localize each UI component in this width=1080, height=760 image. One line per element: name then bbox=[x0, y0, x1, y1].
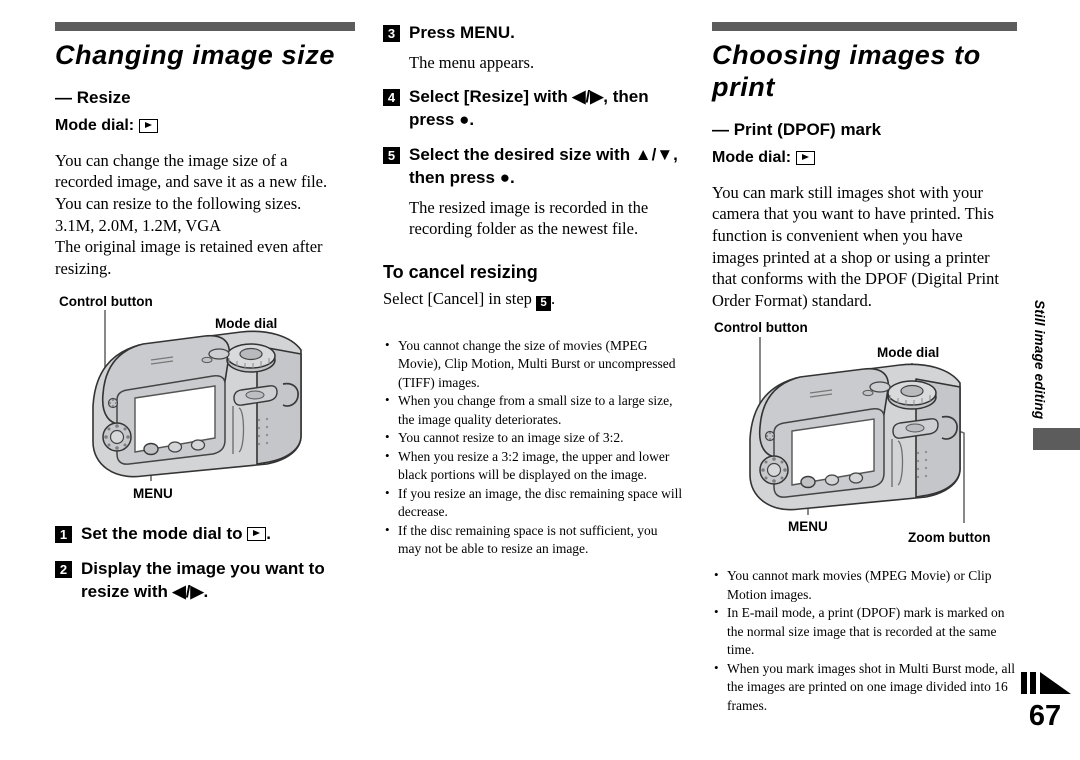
cancel-resizing-text: Select [Cancel] in step 5. bbox=[383, 288, 683, 311]
step-5-note: The resized image is recorded in the rec… bbox=[409, 197, 649, 239]
step-1-number: 1 bbox=[55, 525, 72, 543]
list-item: When you change from a small size to a l… bbox=[383, 391, 683, 429]
fast-forward-icon bbox=[1021, 672, 1071, 694]
step-1-text: Set the mode dial to . bbox=[81, 523, 271, 546]
playback-mode-icon bbox=[139, 118, 159, 133]
mode-dial-label-right: Mode dial: bbox=[712, 148, 792, 166]
label-zoom-button: Zoom button bbox=[908, 530, 991, 546]
cancel-text-before: Select [Cancel] in step bbox=[383, 288, 537, 308]
step-5-number: 5 bbox=[383, 147, 400, 165]
label-menu: MENU bbox=[133, 485, 173, 501]
camera-figure-left: Control button Mode dial MENU bbox=[55, 294, 355, 523]
side-tab-block bbox=[1033, 428, 1080, 450]
intro-line: You can resize to the following sizes. bbox=[55, 194, 302, 214]
camera-figure-right: Control button Mode dial MENU Zoom butto… bbox=[712, 320, 1017, 563]
label-control-button: Control button bbox=[59, 293, 153, 309]
step-2: 2 Display the image you want to resize w… bbox=[55, 558, 355, 603]
sub-heading-dpof: — Print (DPOF) mark bbox=[712, 119, 882, 139]
step-4: 4 Select [Resize] with ◀/▶, then press ●… bbox=[383, 86, 683, 131]
list-item: You cannot change the size of movies (MP… bbox=[383, 336, 683, 392]
manual-page: Changing image size — Resize Mode dial: … bbox=[0, 0, 1080, 760]
step-1-label: Set the mode dial to bbox=[81, 523, 248, 543]
list-item: When you resize a 3:2 image, the upper a… bbox=[383, 447, 683, 485]
playback-mode-icon bbox=[796, 150, 816, 165]
intro-line: resizing. bbox=[55, 258, 112, 278]
step-3-note: The menu appears. bbox=[409, 52, 535, 72]
intro-line: that conforms with the DPOF (Digital Pri… bbox=[712, 269, 999, 289]
list-item: If you resize an image, the disc remaini… bbox=[383, 484, 683, 522]
step-5-text: Select the desired size with ▲/▼, then p… bbox=[409, 145, 678, 188]
camera-rear-drawing bbox=[92, 309, 302, 481]
intro-line: You can change the image size of a bbox=[55, 150, 288, 170]
list-item: You cannot resize to an image size of 3:… bbox=[383, 428, 683, 447]
intro-line: images printed at a shop or using a prin… bbox=[712, 247, 990, 267]
label-menu: MENU bbox=[788, 519, 828, 535]
step-3-text: Press MENU. bbox=[409, 23, 515, 42]
page-number: 67 bbox=[1028, 700, 1062, 732]
dpof-notes-list: You cannot mark movies (MPEG Movie) or C… bbox=[712, 566, 1017, 715]
intro-line: recorded image, and save it as a new fil… bbox=[55, 172, 328, 192]
step-1: 1 Set the mode dial to . bbox=[55, 523, 355, 546]
intro-line: function is convenient when you have bbox=[712, 225, 963, 245]
step-4-text: Select [Resize] with ◀/▶, then press ●. bbox=[409, 87, 649, 129]
side-tab-label: Still image editing bbox=[1032, 300, 1047, 420]
left-column: Changing image size — Resize Mode dial: … bbox=[55, 0, 355, 760]
list-item: You cannot mark movies (MPEG Movie) or C… bbox=[712, 566, 1017, 604]
step-1-tail: . bbox=[266, 523, 271, 543]
step-2-text: Display the image you want to resize wit… bbox=[81, 559, 325, 601]
resize-notes-list: You cannot change the size of movies (MP… bbox=[383, 336, 683, 559]
page-title-left: Changing image size bbox=[55, 40, 335, 70]
cancel-text-after: . bbox=[551, 288, 556, 308]
label-mode-dial: Mode dial bbox=[215, 315, 278, 331]
page-title-right: Choosing images to print bbox=[712, 40, 981, 102]
intro-paragraph-left: You can change the image size of a recor… bbox=[55, 150, 355, 280]
middle-column: 3 Press MENU. The menu appears. 4 Select… bbox=[383, 0, 683, 760]
step-4-number: 4 bbox=[383, 89, 400, 107]
label-mode-dial: Mode dial bbox=[877, 345, 940, 361]
camera-rear-drawing bbox=[749, 337, 965, 524]
cancel-resizing-heading: To cancel resizing bbox=[383, 261, 538, 282]
intro-paragraph-right: You can mark still images shot with your… bbox=[712, 182, 1017, 312]
list-item: In E-mail mode, a print (DPOF) mark is m… bbox=[712, 603, 1017, 659]
step-3-number: 3 bbox=[383, 25, 400, 42]
step-3: 3 Press MENU. bbox=[383, 22, 683, 45]
chapter-rule-left bbox=[55, 22, 355, 31]
list-item: When you mark images shot in Multi Burst… bbox=[712, 659, 1017, 715]
list-item: If the disc remaining space is not suffi… bbox=[383, 521, 683, 559]
cancel-step-badge: 5 bbox=[536, 295, 552, 311]
intro-line: You can mark still images shot with your bbox=[712, 182, 984, 202]
mode-dial-line-left: Mode dial: bbox=[55, 117, 355, 135]
step-5: 5 Select the desired size with ▲/▼, then… bbox=[383, 144, 683, 189]
sub-heading-resize: — Resize bbox=[55, 87, 131, 107]
intro-line: 3.1M, 2.0M, 1.2M, VGA bbox=[55, 215, 222, 235]
mode-dial-label-left: Mode dial: bbox=[55, 116, 135, 134]
step-2-number: 2 bbox=[55, 561, 72, 579]
intro-line: camera that you want to have printed. Th… bbox=[712, 204, 994, 224]
chapter-rule-right bbox=[712, 22, 1017, 31]
intro-line: Order Format) standard. bbox=[712, 290, 872, 310]
label-control-button: Control button bbox=[714, 320, 808, 336]
intro-line: The original image is retained even afte… bbox=[55, 237, 323, 257]
playback-mode-icon bbox=[247, 526, 267, 541]
mode-dial-line-right: Mode dial: bbox=[712, 149, 1017, 167]
right-column: Choosing images to print — Print (DPOF) … bbox=[712, 0, 1017, 760]
